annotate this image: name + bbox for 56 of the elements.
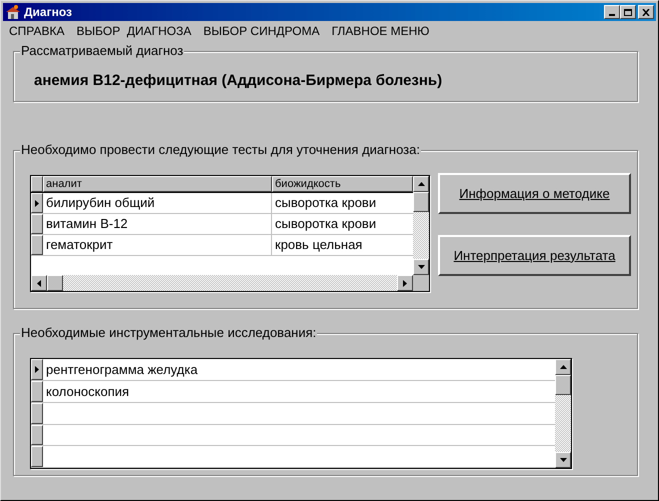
scroll-arrow-button[interactable] — [31, 275, 47, 291]
row-indicator[interactable] — [31, 235, 43, 255]
vertical-scrollbar[interactable] — [555, 359, 571, 468]
horizontal-scrollbar[interactable] — [31, 275, 413, 291]
table-cell: витамин В-12 — [43, 214, 272, 234]
table-cell-text: колоноскопия — [45, 383, 130, 401]
scrollbar-corner — [413, 275, 429, 291]
scroll-arrow-button[interactable] — [555, 359, 571, 375]
current-row-icon — [35, 366, 39, 373]
down-arrow-icon — [418, 265, 424, 269]
menu-item[interactable]: ВЫБОР СИНДРОМА — [203, 22, 320, 40]
table-cell-text: рентгенограмма желудка — [45, 361, 199, 379]
scroll-arrow-button[interactable] — [413, 176, 429, 192]
down-arrow-icon — [560, 458, 566, 462]
row-indicator[interactable] — [31, 381, 43, 402]
row-indicator[interactable] — [31, 424, 43, 446]
window-title: Диагноз — [24, 4, 72, 21]
scroll-thumb[interactable] — [413, 192, 429, 212]
table-cell: билирубин общий — [43, 193, 272, 213]
row-indicator[interactable] — [31, 214, 43, 234]
group-legend: Рассматриваемый диагноз — [20, 43, 184, 59]
scroll-arrow-button[interactable] — [413, 259, 429, 275]
action-button[interactable]: Интерпретация результата — [438, 235, 631, 276]
maximize-button[interactable] — [620, 5, 636, 19]
right-arrow-icon — [403, 280, 407, 286]
menu-item[interactable]: СПРАВКА — [9, 22, 64, 40]
scroll-arrow-button[interactable] — [397, 275, 413, 291]
close-icon — [642, 8, 650, 16]
menu-item[interactable]: ГЛАВНОЕ МЕНЮ — [332, 22, 430, 40]
scroll-thumb[interactable] — [555, 375, 571, 395]
menu-item[interactable]: ВЫБОР ДИАГНОЗА — [76, 22, 192, 40]
row-indicator[interactable] — [31, 359, 43, 380]
row-indicator[interactable] — [31, 193, 43, 213]
table-cell-text: сыворотка крови — [274, 215, 378, 233]
row-indicator[interactable] — [31, 403, 43, 424]
maximize-icon — [624, 8, 632, 16]
column-header[interactable]: аналит — [43, 176, 272, 192]
table-cell: гематокрит — [43, 235, 272, 255]
up-arrow-icon — [560, 365, 566, 369]
group-legend: Необходимо провести следующие тесты для уточнения диагноза: — [20, 142, 421, 158]
up-arrow-icon — [418, 182, 424, 186]
group-legend: Необходимые инструментальные исследования: — [20, 325, 318, 341]
row-indicator[interactable] — [31, 446, 43, 468]
close-button[interactable] — [638, 5, 654, 19]
scroll-arrow-button[interactable] — [555, 452, 571, 468]
diagnosis-name: анемия В12-дефицитная (Аддисона-Бирмера болезнь) — [34, 71, 442, 91]
current-row-icon — [35, 200, 39, 206]
minimize-button[interactable] — [604, 5, 620, 19]
scroll-thumb[interactable] — [47, 275, 63, 291]
column-header[interactable]: биожидкость — [272, 176, 413, 192]
action-button[interactable]: Информация о методике — [438, 173, 631, 214]
table-cell-text: сыворотка крови — [274, 194, 378, 212]
house-icon — [5, 4, 21, 20]
left-arrow-icon — [37, 280, 41, 286]
table-cell-text: кровь цельная — [274, 236, 364, 254]
vertical-scrollbar[interactable] — [413, 176, 429, 275]
